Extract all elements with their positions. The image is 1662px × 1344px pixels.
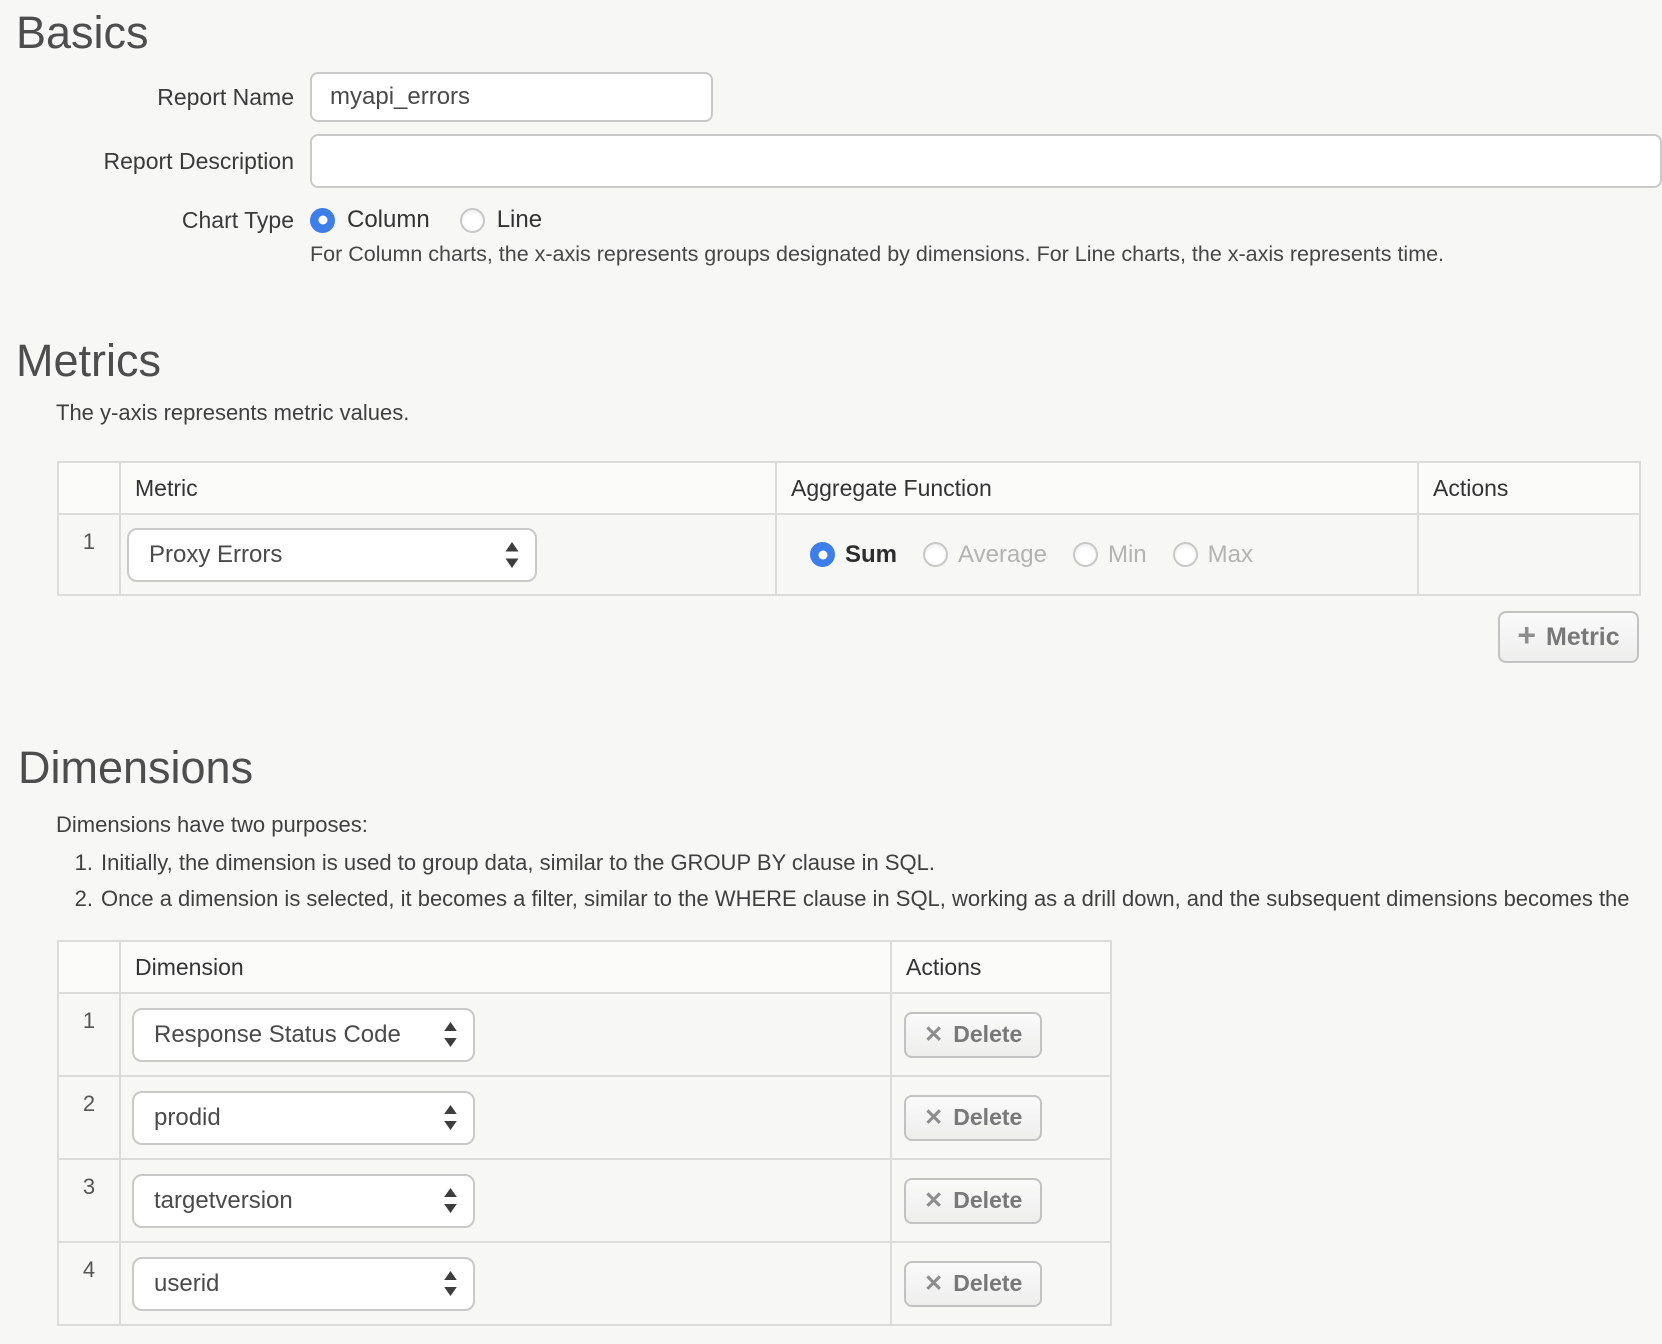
report-name-row: Report Name [0, 72, 1662, 122]
add-metric-button[interactable]: + Metric [1498, 611, 1639, 663]
delete-dimension-button[interactable]: ✕ Delete [904, 1012, 1042, 1058]
purpose-item-text: Once a dimension is selected, it becomes… [101, 881, 1630, 917]
dimension-row-index: 4 [58, 1242, 120, 1325]
x-icon: ✕ [924, 1021, 943, 1048]
delete-button-label: Delete [953, 1021, 1022, 1048]
metrics-description: The y-axis represents metric values. [56, 400, 1662, 426]
metric-row-actions-cell [1418, 514, 1640, 595]
updown-arrows-icon [443, 1187, 458, 1214]
delete-button-label: Delete [953, 1270, 1022, 1297]
chart-type-label: Chart Type [0, 207, 294, 234]
radio-checked-icon[interactable] [310, 208, 335, 233]
radio-checked-icon[interactable] [810, 542, 835, 567]
aggregate-option-max[interactable]: Max [1173, 541, 1253, 569]
aggregate-option-label: Sum [845, 541, 897, 569]
dimension-row: 4 userid ✕ Del [58, 1242, 1111, 1325]
report-description-row: Report Description [0, 134, 1662, 188]
chart-type-option-line[interactable]: Line [460, 206, 542, 234]
dimensions-heading: Dimensions [18, 743, 1662, 793]
aggregate-option-sum[interactable]: Sum [810, 541, 897, 569]
chart-type-option-column[interactable]: Column [310, 206, 430, 234]
basics-heading: Basics [16, 8, 1662, 58]
purpose-item-number: 1. [62, 845, 93, 881]
dimensions-description: Dimensions have two purposes: [56, 811, 1662, 839]
dimension-purposes-list: 1. Initially, the dimension is used to g… [62, 845, 1662, 917]
delete-button-label: Delete [953, 1104, 1022, 1131]
dimension-row: 1 Response Status Code ✕ [58, 993, 1111, 1076]
chart-type-help-row: For Column charts, the x-axis represents… [0, 242, 1662, 266]
dimensions-header-actions: Actions [891, 941, 1111, 993]
dimension-row-index: 3 [58, 1159, 120, 1242]
radio-unchecked-icon[interactable] [460, 208, 485, 233]
purpose-item-1: 1. Initially, the dimension is used to g… [62, 845, 1662, 881]
chart-type-option-label: Line [497, 206, 542, 234]
dimension-row-index: 1 [58, 993, 120, 1076]
updown-arrows-icon [504, 541, 520, 569]
aggregate-option-average[interactable]: Average [923, 541, 1047, 569]
aggregate-option-label: Min [1108, 541, 1147, 569]
metrics-heading: Metrics [16, 336, 1662, 386]
chart-type-help-text: For Column charts, the x-axis represents… [310, 242, 1444, 267]
delete-dimension-button[interactable]: ✕ Delete [904, 1095, 1042, 1141]
x-icon: ✕ [924, 1270, 943, 1297]
metrics-header-actions: Actions [1418, 462, 1640, 514]
purpose-item-text: Initially, the dimension is used to grou… [101, 845, 935, 881]
dimension-select-value: Response Status Code [154, 1021, 401, 1049]
updown-arrows-icon [443, 1104, 458, 1131]
chart-type-option-label: Column [347, 206, 430, 234]
report-description-label: Report Description [0, 148, 294, 175]
dimensions-header-dimension: Dimension [120, 941, 891, 993]
metric-row-index: 1 [58, 514, 120, 595]
dimension-row-index: 2 [58, 1076, 120, 1159]
delete-dimension-button[interactable]: ✕ Delete [904, 1178, 1042, 1224]
updown-arrows-icon [443, 1021, 458, 1048]
metrics-header-aggregate: Aggregate Function [776, 462, 1418, 514]
aggregate-option-label: Average [958, 541, 1047, 569]
metrics-table-header-row: Metric Aggregate Function Actions [58, 462, 1640, 514]
delete-dimension-button[interactable]: ✕ Delete [904, 1261, 1042, 1307]
dimensions-header-index [58, 941, 120, 993]
add-metric-button-label: Metric [1546, 623, 1620, 652]
report-name-input[interactable] [310, 72, 713, 122]
metrics-table-row: 1 Proxy Errors [58, 514, 1640, 595]
radio-unchecked-icon[interactable] [1173, 542, 1198, 567]
dimensions-table-header-row: Dimension Actions [58, 941, 1111, 993]
dimension-row: 3 targetversion ✕ [58, 1159, 1111, 1242]
radio-unchecked-icon[interactable] [923, 542, 948, 567]
delete-button-label: Delete [953, 1187, 1022, 1214]
dimension-select-value: userid [154, 1270, 219, 1298]
report-name-label: Report Name [0, 84, 294, 111]
metrics-header-index [58, 462, 120, 514]
radio-unchecked-icon[interactable] [1073, 542, 1098, 567]
aggregate-option-label: Max [1208, 541, 1253, 569]
chart-type-row: Chart Type Column Line [0, 200, 1662, 240]
purpose-item-2: 2. Once a dimension is selected, it beco… [62, 881, 1662, 917]
dimension-select[interactable]: userid [132, 1257, 475, 1311]
dimension-select[interactable]: prodid [132, 1091, 475, 1145]
metrics-header-metric: Metric [120, 462, 776, 514]
updown-arrows-icon [443, 1270, 458, 1297]
dimension-select-value: targetversion [154, 1187, 293, 1215]
x-icon: ✕ [924, 1187, 943, 1214]
aggregate-option-min[interactable]: Min [1073, 541, 1147, 569]
dimension-select[interactable]: Response Status Code [132, 1008, 475, 1062]
purpose-item-number: 2. [62, 881, 93, 917]
metrics-table: Metric Aggregate Function Actions 1 Prox… [57, 461, 1641, 596]
dimension-row: 2 prodid ✕ Del [58, 1076, 1111, 1159]
x-icon: ✕ [924, 1104, 943, 1131]
metric-select[interactable]: Proxy Errors [127, 528, 537, 582]
report-builder-page: Basics Report Name Report Description Ch… [0, 0, 1662, 1344]
add-metric-row: + Metric [57, 611, 1639, 663]
metric-select-value: Proxy Errors [149, 541, 282, 569]
plus-icon: + [1517, 617, 1536, 654]
dimensions-table: Dimension Actions 1 Response Status Code [57, 940, 1112, 1326]
chart-type-radio-group: Column Line [310, 206, 572, 234]
aggregate-radio-group: Sum Average Min Max [810, 541, 1417, 569]
dimension-select[interactable]: targetversion [132, 1174, 475, 1228]
dimension-select-value: prodid [154, 1104, 221, 1132]
report-description-input[interactable] [310, 134, 1662, 188]
